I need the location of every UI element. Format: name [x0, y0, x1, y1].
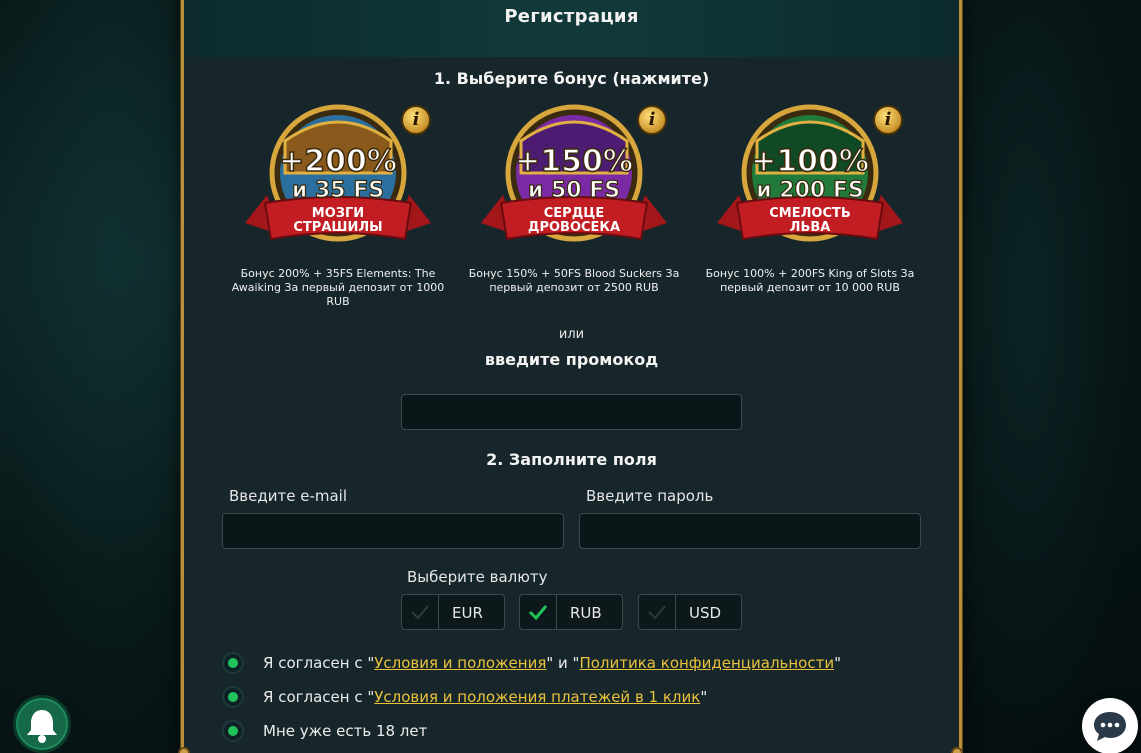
bonus-fs: и 35 FS — [292, 178, 384, 203]
bonus-card-1[interactable]: +200% и 35 FS МОЗГИ СТРАШИЛЫ i Бонус 200… — [223, 103, 453, 313]
chat-icon — [1094, 712, 1126, 741]
agreement-terms-checkbox[interactable] — [222, 652, 244, 674]
bonus-percent: +100% — [751, 144, 869, 179]
currency-checkbox — [520, 595, 557, 629]
currency-option-eur[interactable]: EUR — [401, 594, 505, 630]
currency-option-rub[interactable]: RUB — [519, 594, 623, 630]
info-icon[interactable]: i — [637, 105, 667, 135]
bonus-description: Бонус 200% + 35FS Elements: The Awaiking… — [231, 267, 445, 308]
agreement-text-suffix: " — [700, 688, 708, 706]
terms-link[interactable]: Условия и положения — [374, 654, 546, 672]
currency-checkbox — [639, 595, 676, 629]
bonus-ribbon-line1: СЕРДЦЕ — [544, 206, 604, 221]
agreement-text-middle: " и " — [546, 654, 580, 672]
bonus-ribbon-line1: СМЕЛОСТЬ — [769, 206, 851, 221]
check-icon — [648, 605, 666, 620]
info-icon[interactable]: i — [401, 105, 431, 135]
bonus-description: Бонус 150% + 50FS Blood Suckers За первы… — [468, 267, 680, 294]
agreement-age-checkbox[interactable] — [222, 720, 244, 742]
currency-code: RUB — [570, 604, 602, 622]
currency-option-usd[interactable]: USD — [638, 594, 742, 630]
check-icon — [528, 605, 548, 621]
payment-terms-link[interactable]: Условия и положения платежей в 1 клик — [374, 688, 700, 706]
bonus-ribbon-line1: МОЗГИ — [312, 206, 364, 221]
bonus-ribbon-line2: ДРОВОСЕКА — [528, 220, 620, 235]
agreement-text-prefix: Я согласен с " — [263, 688, 375, 706]
password-label: Введите пароль — [586, 487, 714, 505]
currency-code: EUR — [452, 604, 483, 622]
agreement-terms-row: Я согласен с "Условия и положения" и "По… — [222, 651, 922, 675]
email-label: Введите e-mail — [229, 487, 347, 505]
agreement-payments-row: Я согласен с "Условия и положения платеж… — [222, 685, 922, 709]
bonus-description: Бонус 100% + 200FS King of Slots За перв… — [705, 267, 915, 294]
agreement-age-text: Мне уже есть 18 лет — [263, 722, 428, 740]
promo-code-input[interactable] — [401, 394, 742, 430]
bonus-card-3[interactable]: +100% и 200 FS СМЕЛОСТЬ ЛЬВА i Бонус 100… — [695, 103, 925, 313]
currency-label: Выберите валюту — [407, 568, 548, 586]
bell-icon — [27, 710, 57, 743]
check-icon — [411, 605, 429, 620]
bonus-fs: и 50 FS — [528, 178, 620, 203]
frame-corner-ornament — [951, 747, 963, 753]
email-field[interactable] — [222, 513, 564, 549]
bonus-percent: +150% — [515, 144, 633, 179]
currency-code: USD — [689, 604, 722, 622]
agreement-age-row: Мне уже есть 18 лет — [222, 719, 922, 743]
promo-code-label: введите промокод — [484, 350, 659, 369]
agreement-payments-text: Я согласен с "Условия и положения платеж… — [263, 688, 707, 706]
agreement-payments-checkbox[interactable] — [222, 686, 244, 708]
bonus-fs: и 200 FS — [756, 178, 864, 203]
bonus-ribbon-line2: СТРАШИЛЫ — [293, 220, 382, 235]
chat-button[interactable] — [1082, 698, 1138, 753]
password-field[interactable] — [579, 513, 921, 549]
background-glow-right — [956, 0, 1141, 753]
agreement-terms-text: Я согласен с "Условия и положения" и "По… — [263, 654, 841, 672]
notification-bell-button[interactable] — [13, 695, 71, 753]
currency-checkbox — [402, 595, 439, 629]
bonus-ribbon-line2: ЛЬВА — [790, 220, 831, 235]
background-glow-left — [0, 0, 185, 753]
info-icon[interactable]: i — [873, 105, 903, 135]
agreement-text-suffix: " — [834, 654, 841, 672]
privacy-policy-link[interactable]: Политика конфиденциальности — [579, 654, 834, 672]
or-divider-text: или — [558, 327, 585, 342]
modal-header: Регистрация — [184, 0, 959, 57]
bonus-percent: +200% — [279, 144, 397, 179]
registration-modal: Регистрация 1. Выберите бонус (нажмите) … — [181, 0, 962, 753]
bonus-card-2[interactable]: +150% и 50 FS СЕРДЦЕ ДРОВОСЕКА i Бонус 1… — [459, 103, 689, 313]
frame-corner-ornament — [178, 747, 190, 753]
agreement-text-prefix: Я согласен с " — [263, 654, 375, 672]
step1-title: 1. Выберите бонус (нажмите) — [433, 69, 710, 88]
modal-title: Регистрация — [504, 6, 639, 27]
step2-title: 2. Заполните поля — [486, 450, 657, 469]
